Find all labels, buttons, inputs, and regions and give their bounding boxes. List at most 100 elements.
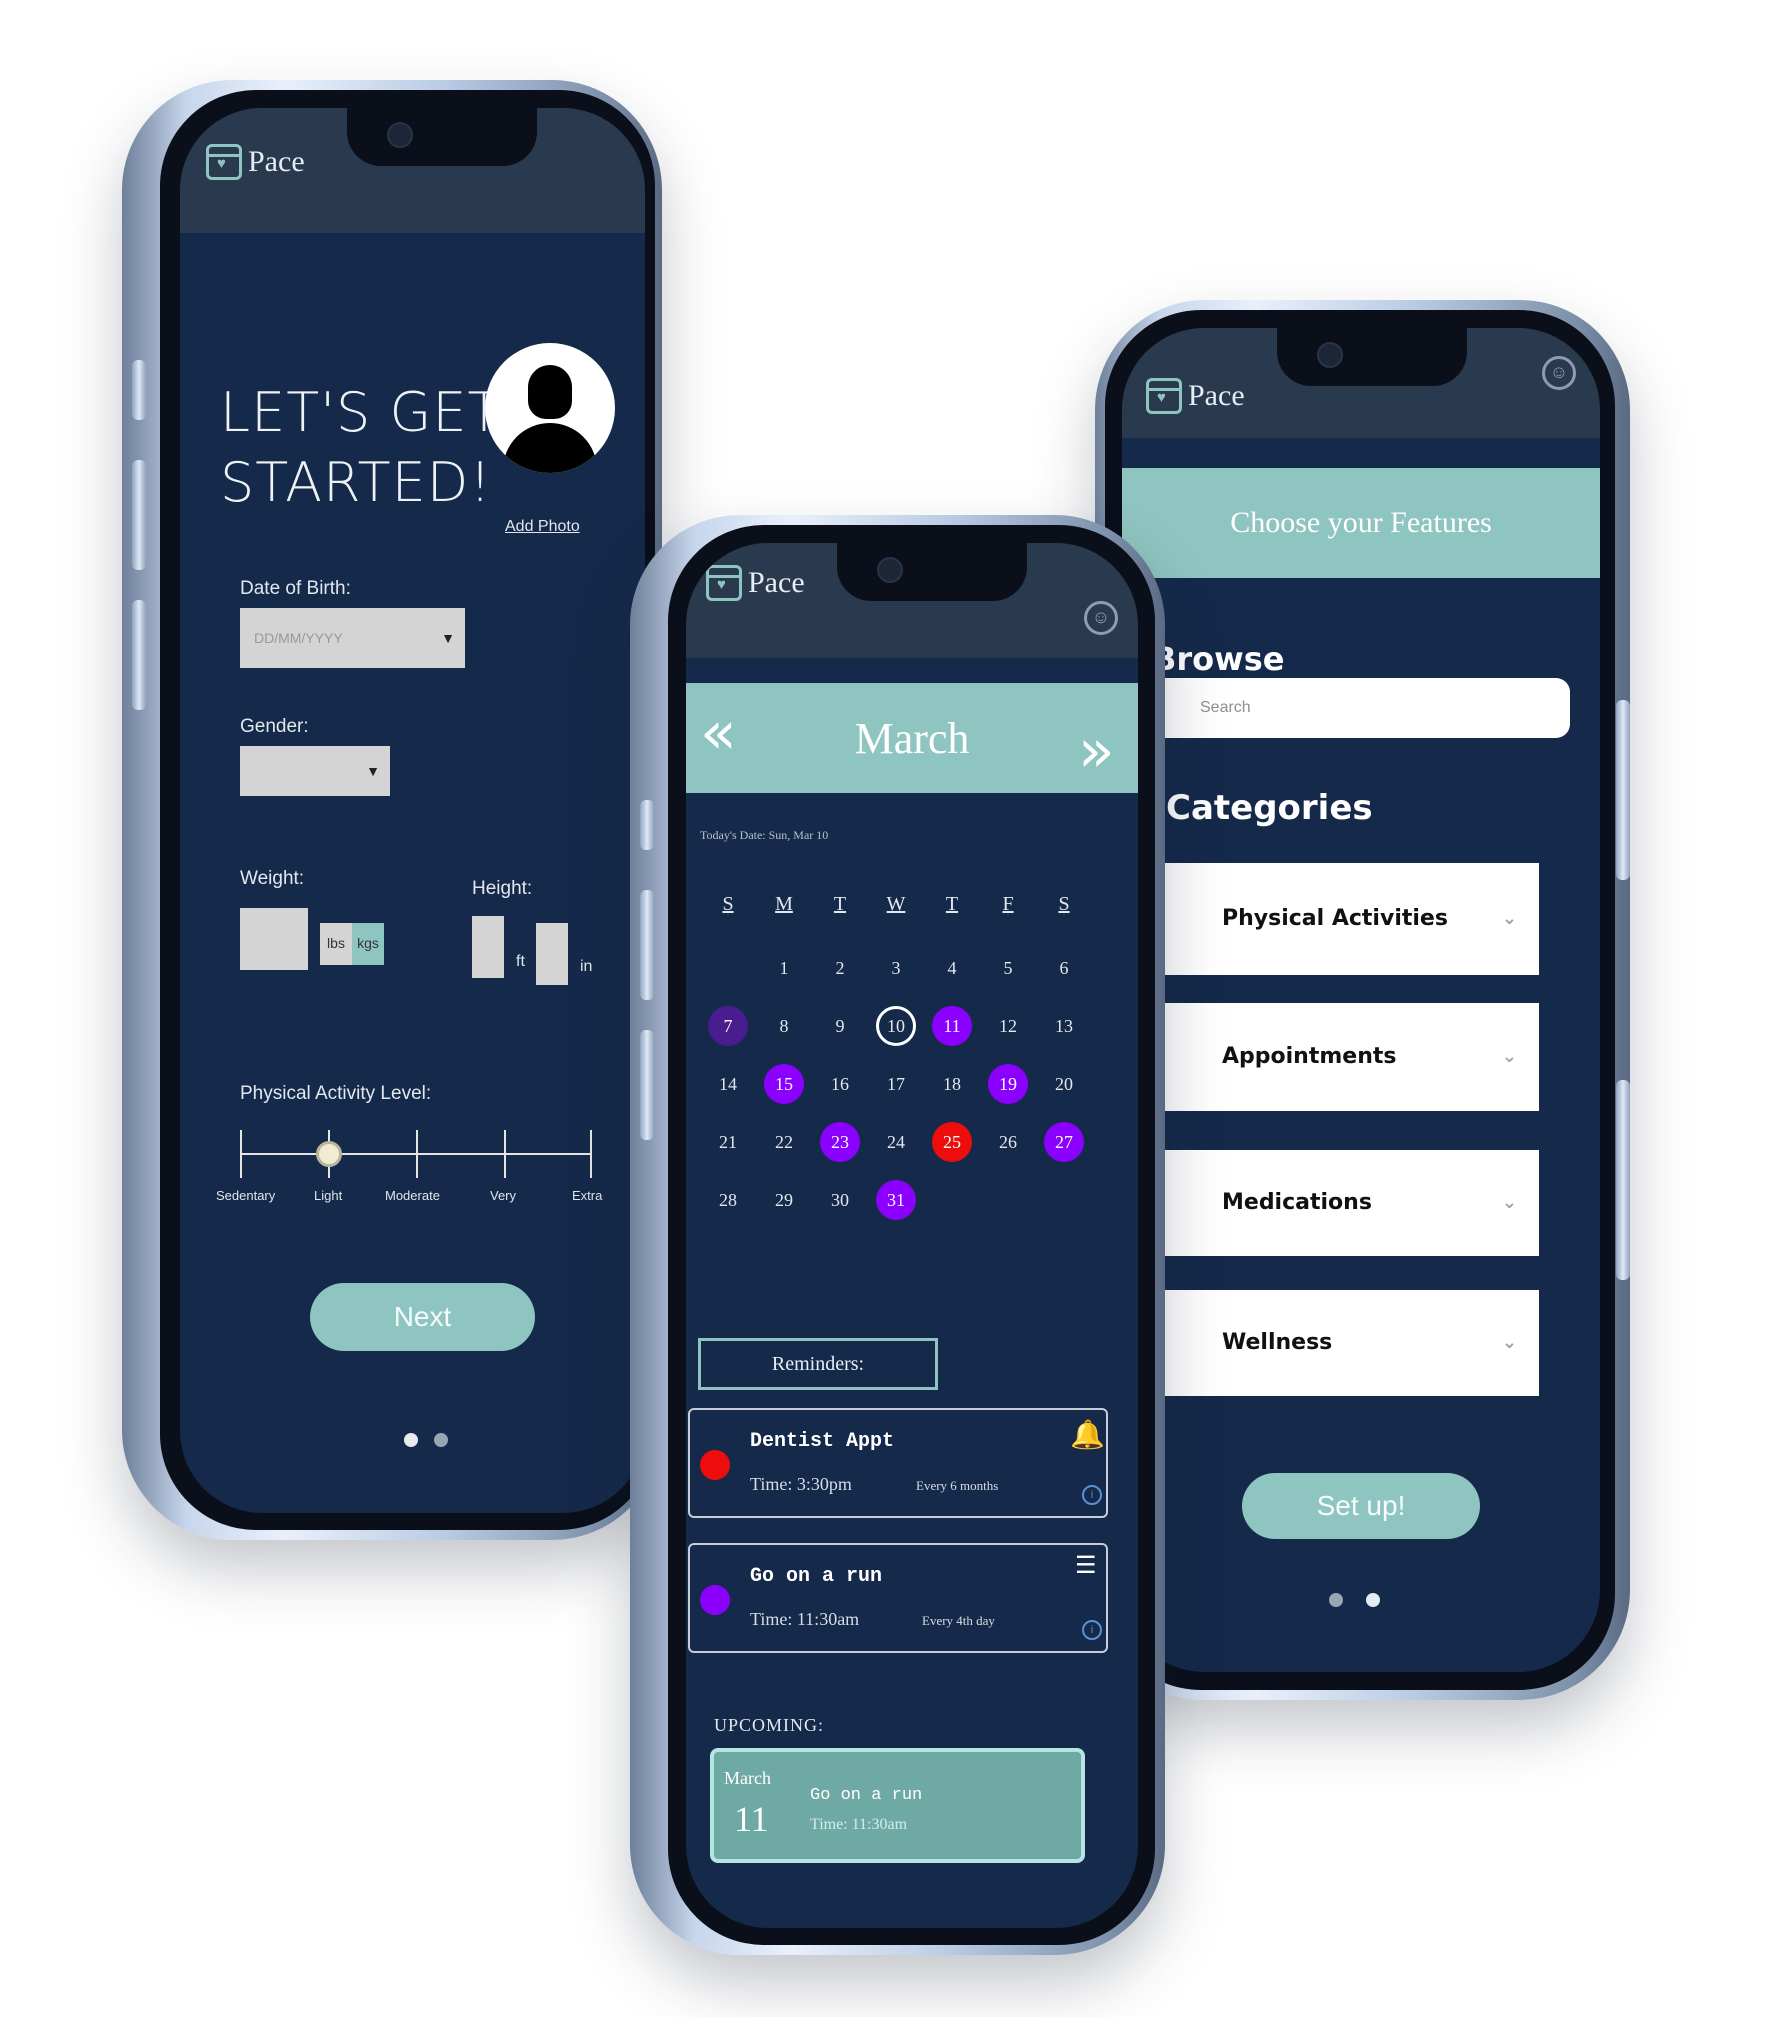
- reminder-color-dot: [700, 1450, 730, 1480]
- page-dot[interactable]: [1329, 1593, 1343, 1607]
- calendar-heart-icon: [1146, 378, 1182, 414]
- calendar-day[interactable]: 21: [708, 1122, 748, 1162]
- search-input[interactable]: Search: [1150, 678, 1570, 738]
- weekday-header: T: [833, 893, 847, 915]
- calendar-day[interactable]: 24: [876, 1122, 916, 1162]
- height-ft-input[interactable]: [472, 916, 504, 978]
- calendar-day[interactable]: 14: [708, 1064, 748, 1104]
- calendar-day[interactable]: 12: [988, 1006, 1028, 1046]
- categories-heading: Categories: [1166, 788, 1373, 828]
- next-button[interactable]: Next: [310, 1283, 535, 1351]
- category-medications[interactable]: Medications ⌄: [1164, 1150, 1539, 1256]
- category-appointments[interactable]: Appointments ⌄: [1164, 1003, 1539, 1111]
- activity-level-label: Moderate: [385, 1188, 440, 1203]
- dob-placeholder: DD/MM/YYYY: [254, 630, 343, 646]
- calendar-day[interactable]: 5: [988, 948, 1028, 988]
- browse-heading: Browse: [1152, 640, 1285, 678]
- setup-button[interactable]: Set up!: [1242, 1473, 1480, 1539]
- slider-tick: [416, 1130, 418, 1178]
- calendar-day[interactable]: 30: [820, 1180, 860, 1220]
- calendar-day[interactable]: 25: [932, 1122, 972, 1162]
- calendar-day[interactable]: 29: [764, 1180, 804, 1220]
- calendar-day[interactable]: 4: [932, 948, 972, 988]
- slider-track: [240, 1153, 590, 1155]
- calendar-day[interactable]: 13: [1044, 1006, 1084, 1046]
- avatar-placeholder[interactable]: [485, 343, 615, 473]
- page-dot[interactable]: [434, 1433, 448, 1447]
- month-title: March: [854, 714, 970, 763]
- weekday-header: S: [1058, 893, 1070, 915]
- slider-tick: [504, 1130, 506, 1178]
- reminder-time: Time: 11:30am: [750, 1609, 860, 1629]
- calendar-day[interactable]: 7: [708, 1006, 748, 1046]
- upcoming-card[interactable]: March 11 Go on a run Time: 11:30am: [710, 1748, 1085, 1863]
- weekday-header: M: [775, 893, 793, 915]
- calendar-day[interactable]: 20: [1044, 1064, 1084, 1104]
- calendar-heart-icon: [706, 565, 742, 601]
- calendar-day[interactable]: 26: [988, 1122, 1028, 1162]
- calendar-day[interactable]: 23: [820, 1122, 860, 1162]
- calendar-day[interactable]: 8: [764, 1006, 804, 1046]
- info-icon[interactable]: i: [1082, 1620, 1102, 1640]
- upcoming-time: Time: 11:30am: [810, 1816, 908, 1833]
- unit-ft-label: ft: [516, 953, 525, 970]
- dob-label: Date of Birth:: [240, 578, 351, 599]
- add-photo-link[interactable]: Add Photo: [505, 518, 580, 536]
- calendar-day[interactable]: 11: [932, 1006, 972, 1046]
- calendar-day[interactable]: 10: [876, 1006, 916, 1046]
- calendar-day[interactable]: 3: [876, 948, 916, 988]
- calendar-day[interactable]: 19: [988, 1064, 1028, 1104]
- reminder-color-dot: [700, 1585, 730, 1615]
- page-dot-active[interactable]: [1366, 1593, 1380, 1607]
- weekday-header: S: [722, 893, 734, 915]
- caret-down-icon: ▼: [366, 763, 380, 779]
- unit-lbs-toggle[interactable]: lbs: [320, 923, 352, 965]
- bell-icon[interactable]: 🔔: [1070, 1418, 1105, 1451]
- gender-dropdown[interactable]: ▼: [240, 746, 390, 796]
- weekday-header: T: [945, 893, 959, 915]
- calendar-day[interactable]: 6: [1044, 948, 1084, 988]
- features-header: Choose your Features: [1122, 468, 1600, 578]
- calendar-day[interactable]: 9: [820, 1006, 860, 1046]
- page-dot-active[interactable]: [404, 1433, 418, 1447]
- calendar-day[interactable]: 28: [708, 1180, 748, 1220]
- user-profile-icon[interactable]: ☺: [1084, 601, 1118, 635]
- calendar-day[interactable]: 15: [764, 1064, 804, 1104]
- calendar-day[interactable]: 2: [820, 948, 860, 988]
- reminder-frequency: Every 6 months: [916, 1478, 999, 1493]
- calendar-day[interactable]: 18: [932, 1064, 972, 1104]
- height-label: Height:: [472, 878, 533, 899]
- info-icon[interactable]: i: [1082, 1485, 1102, 1505]
- activity-level-label: Light: [314, 1188, 343, 1203]
- calendar-day[interactable]: 31: [876, 1180, 916, 1220]
- page-title: LET'S GET STARTED!: [220, 378, 501, 518]
- category-wellness[interactable]: Wellness ⌄: [1164, 1290, 1539, 1396]
- notes-icon[interactable]: ☰: [1075, 1551, 1097, 1580]
- side-button: [132, 360, 146, 420]
- calendar-day[interactable]: 27: [1044, 1122, 1084, 1162]
- dob-dropdown[interactable]: DD/MM/YYYY ▼: [240, 608, 465, 668]
- unit-kgs-toggle[interactable]: kgs: [352, 923, 384, 965]
- weekday-header: W: [886, 893, 906, 915]
- weight-input[interactable]: [240, 908, 308, 970]
- reminders-label: Reminders:: [698, 1338, 938, 1390]
- upcoming-month: March: [724, 1768, 771, 1788]
- chevron-down-icon: ⌄: [1501, 908, 1517, 929]
- category-physical-activities[interactable]: Physical Activities ⌄: [1164, 863, 1539, 975]
- calendar-screen: Pace ☺ « March » Today's Date: Sun, Mar …: [686, 543, 1138, 1928]
- calendar-day[interactable]: 1: [764, 948, 804, 988]
- calendar-day[interactable]: 22: [764, 1122, 804, 1162]
- calendar-day[interactable]: 17: [876, 1064, 916, 1104]
- reminder-card[interactable]: Dentist Appt Time: 3:30pm Every 6 months…: [688, 1408, 1108, 1518]
- reminder-card[interactable]: Go on a run Time: 11:30am Every 4th day …: [688, 1543, 1108, 1653]
- title-line-2: STARTED!: [220, 451, 492, 514]
- upcoming-label: UPCOMING:: [714, 1715, 825, 1735]
- height-in-input[interactable]: [536, 923, 568, 985]
- calendar-day[interactable]: 16: [820, 1064, 860, 1104]
- user-profile-icon[interactable]: ☺: [1542, 356, 1576, 390]
- slider-knob[interactable]: [316, 1141, 342, 1167]
- camera: [877, 557, 903, 583]
- prev-month-chevron-icon[interactable]: «: [700, 703, 737, 763]
- side-button: [640, 890, 654, 1000]
- next-month-chevron-icon[interactable]: »: [1078, 721, 1115, 781]
